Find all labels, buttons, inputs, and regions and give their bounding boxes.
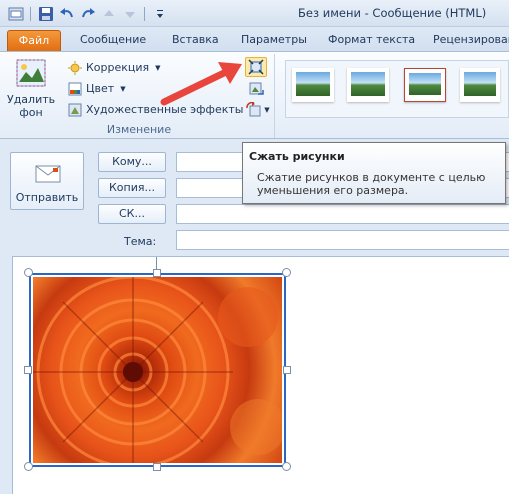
undo-icon[interactable]: [57, 5, 76, 22]
change-picture-icon: [249, 82, 264, 95]
group-label: Изменение: [106, 123, 172, 136]
correction-icon: [68, 60, 82, 75]
artistic-effects-icon: [68, 103, 82, 116]
resize-handle-bottom[interactable]: [153, 463, 161, 471]
send-button[interactable]: Отправить: [10, 152, 84, 210]
resize-handle-top-right[interactable]: [282, 268, 291, 277]
outlook-icon[interactable]: [6, 5, 25, 22]
tooltip-title: Сжать рисунки: [249, 150, 345, 163]
color-icon: [68, 82, 82, 95]
flower-image: [33, 277, 282, 463]
correction-label: Коррекция: [86, 61, 150, 74]
remove-background-label: Удалить фон: [7, 93, 56, 119]
correction-button[interactable]: Коррекция ▼: [68, 58, 161, 77]
subject-label: Тема:: [124, 235, 157, 248]
cc-button[interactable]: Копия...: [98, 178, 166, 198]
resize-handle-right[interactable]: [283, 366, 291, 374]
qat-separator: [144, 6, 145, 21]
inserted-picture[interactable]: [29, 273, 286, 467]
picture-styles-gallery: [285, 60, 509, 118]
bcc-field[interactable]: [176, 204, 509, 224]
tab-format-text[interactable]: Формат текста: [328, 30, 415, 51]
dropdown-arrow-icon: ▼: [120, 84, 126, 93]
picture-style-3[interactable]: [404, 68, 446, 102]
remove-background-icon: [16, 59, 46, 87]
resize-handle-top[interactable]: [153, 269, 161, 277]
save-icon[interactable]: [36, 5, 55, 22]
send-label: Отправить: [15, 191, 79, 204]
resize-handle-top-left[interactable]: [24, 268, 33, 277]
ribbon: Удалить фон Коррекция ▼ Цвет ▼ Художеств…: [0, 51, 509, 139]
color-button[interactable]: Цвет ▼: [68, 79, 126, 98]
tab-review[interactable]: Рецензирован: [433, 30, 509, 51]
send-icon: [35, 165, 61, 183]
resize-handle-bottom-right[interactable]: [282, 462, 291, 471]
subject-field[interactable]: [176, 230, 509, 250]
down-arrow-icon[interactable]: [120, 5, 139, 22]
picture-style-1[interactable]: [292, 68, 334, 102]
chrysanthemum-icon: [33, 277, 282, 463]
quick-access-toolbar: [6, 5, 169, 22]
tooltip-body: Сжатие рисунков в документе с целью умен…: [257, 171, 486, 197]
picture-style-4[interactable]: [460, 68, 500, 102]
resize-handle-bottom-left[interactable]: [24, 462, 33, 471]
dropdown-arrow-icon: ▼: [264, 106, 270, 114]
remove-background-button[interactable]: Удалить фон: [7, 58, 55, 120]
tooltip: Сжать рисунки Сжатие рисунков в документ…: [242, 142, 506, 204]
window-title: Без имени - Сообщение (HTML): [298, 6, 487, 20]
tab-file[interactable]: Файл: [7, 30, 61, 51]
compress-pictures-icon: [248, 59, 264, 75]
customize-qat-icon[interactable]: [150, 5, 169, 22]
to-button[interactable]: Кому...: [98, 152, 166, 172]
color-label: Цвет: [86, 82, 115, 95]
picture-style-2[interactable]: [347, 68, 389, 102]
ribbon-tabs: Файл Сообщение Вставка Параметры Формат …: [0, 27, 509, 51]
tab-insert[interactable]: Вставка: [172, 30, 219, 51]
title-bar: Без имени - Сообщение (HTML): [0, 0, 509, 27]
tab-options[interactable]: Параметры: [241, 30, 307, 51]
up-arrow-icon[interactable]: [99, 5, 118, 22]
resize-handle-left[interactable]: [24, 366, 32, 374]
bcc-button[interactable]: СК...: [98, 204, 166, 224]
redo-icon[interactable]: [78, 5, 97, 22]
qat-separator: [30, 6, 31, 21]
tab-message[interactable]: Сообщение: [80, 30, 146, 51]
annotation-arrow-icon: [160, 62, 242, 106]
